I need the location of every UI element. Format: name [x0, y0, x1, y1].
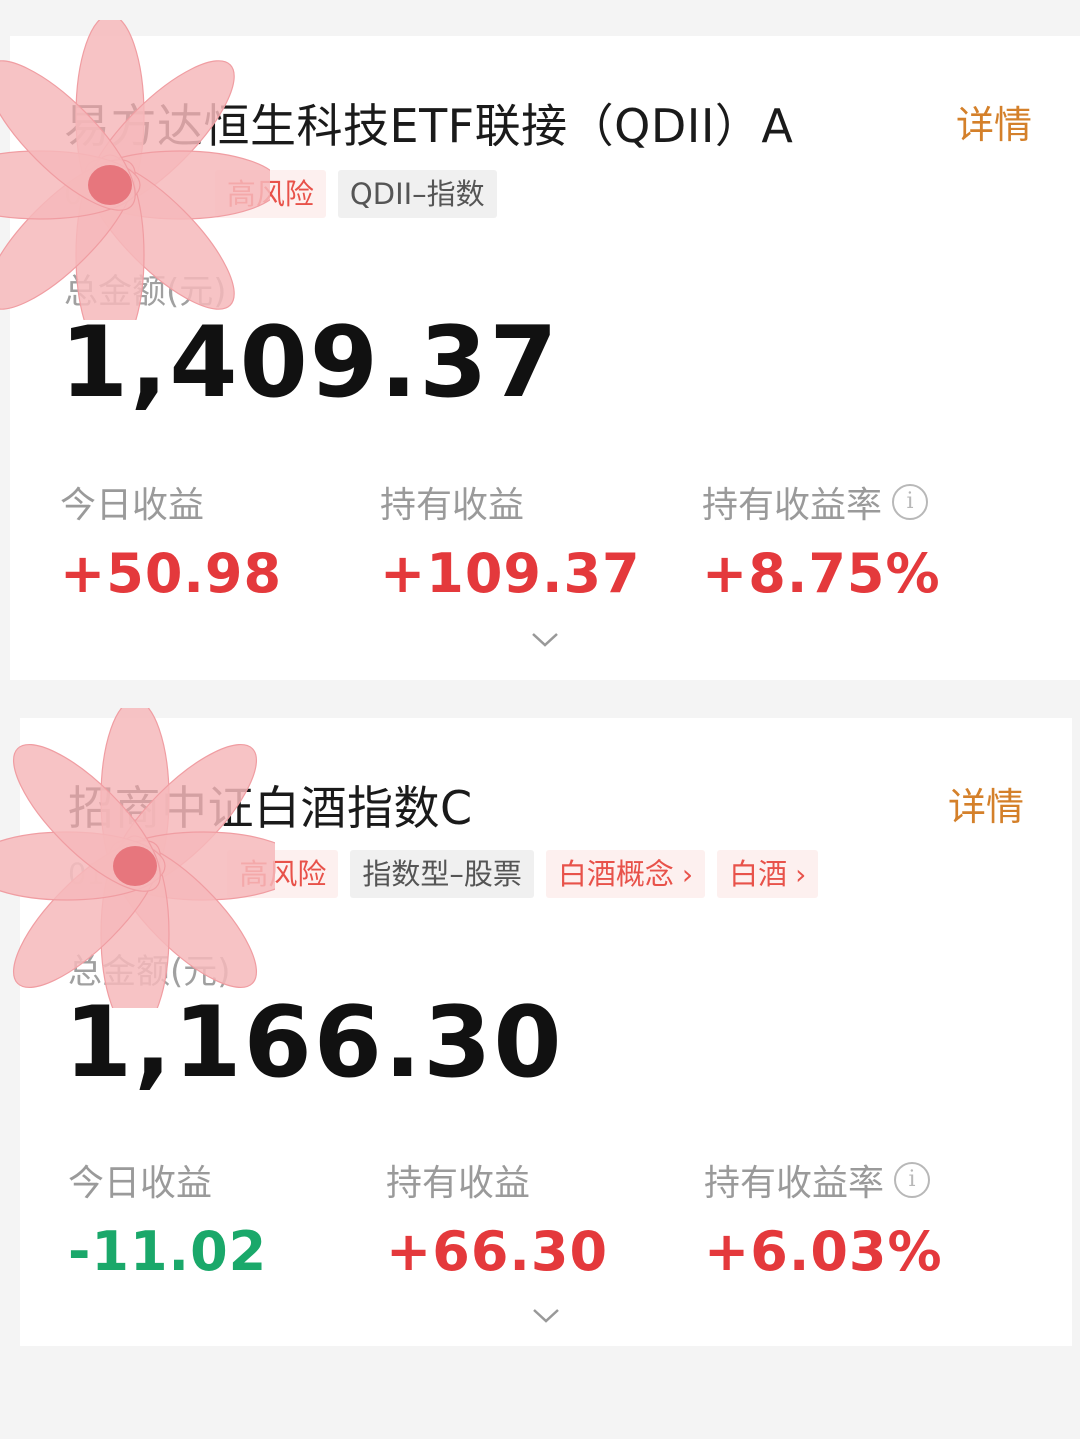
today-profit-stat: 今日收益 -11.02: [68, 1154, 267, 1283]
detail-link[interactable]: 详情: [956, 94, 1032, 149]
today-profit-value: +50.98: [60, 542, 283, 605]
holding-profit-value: +66.30: [386, 1220, 609, 1283]
concept-tag-baijiu-concept[interactable]: 白酒概念 ›: [545, 850, 706, 898]
today-profit-value: -11.02: [68, 1220, 268, 1283]
fund-code-tag: 01: [64, 177, 101, 211]
fund-card-1: 易方达恒生科技ETF联接（QDII）A 详情 01 高风险 QDII–指数 总金…: [10, 36, 1080, 680]
holding-profit-stat: 持有收益 +109.37: [380, 476, 641, 605]
holding-profit-value: +109.37: [380, 542, 641, 605]
fund-card-2: 招商中证白酒指数C 详情 012 高风险 指数型–股票 白酒概念 › 白酒 › 总金…: [20, 718, 1072, 1346]
today-profit-stat: 今日收益 +50.98: [60, 476, 282, 605]
holding-rate-label: 持有收益率 i: [702, 476, 941, 528]
risk-tag: 高风险: [227, 850, 339, 898]
holding-rate-stat: 持有收益率 i +6.03%: [704, 1154, 943, 1283]
fund-type-tag: 指数型–股票: [350, 850, 534, 898]
holding-rate-value: +6.03%: [704, 1220, 943, 1283]
info-icon[interactable]: i: [894, 1162, 931, 1198]
fund-tags: 01 高风险 QDII–指数: [64, 170, 497, 218]
today-profit-label: 今日收益: [60, 485, 205, 526]
chevron-down-icon[interactable]: [526, 1300, 566, 1330]
concept-tag-baijiu[interactable]: 白酒 ›: [717, 850, 819, 898]
fund-type-tag: QDII–指数: [337, 170, 497, 218]
total-amount-value: 1,409.37: [60, 306, 560, 420]
holding-profit-label: 持有收益: [386, 1163, 531, 1204]
fund-name: 招商中证白酒指数C: [68, 781, 473, 835]
fund-name: 易方达恒生科技ETF联接（QDII）A: [64, 99, 794, 153]
chevron-right-icon: ›: [795, 858, 807, 891]
today-profit-label: 今日收益: [68, 1163, 213, 1204]
risk-tag: 高风险: [214, 170, 326, 218]
chevron-right-icon: ›: [681, 858, 694, 891]
total-amount-value: 1,166.30: [64, 986, 564, 1100]
fund-code-tag: 012: [68, 857, 124, 891]
info-icon[interactable]: i: [892, 484, 929, 520]
holding-rate-label: 持有收益率 i: [704, 1154, 943, 1206]
holding-profit-stat: 持有收益 +66.30: [386, 1154, 608, 1283]
holding-rate-value: +8.75%: [702, 542, 941, 605]
holding-rate-stat: 持有收益率 i +8.75%: [702, 476, 941, 605]
detail-link[interactable]: 详情: [948, 776, 1024, 831]
chevron-down-icon[interactable]: [525, 624, 565, 654]
fund-tags: 012 高风险 指数型–股票 白酒概念 › 白酒 ›: [68, 850, 819, 898]
holding-profit-label: 持有收益: [380, 485, 525, 526]
